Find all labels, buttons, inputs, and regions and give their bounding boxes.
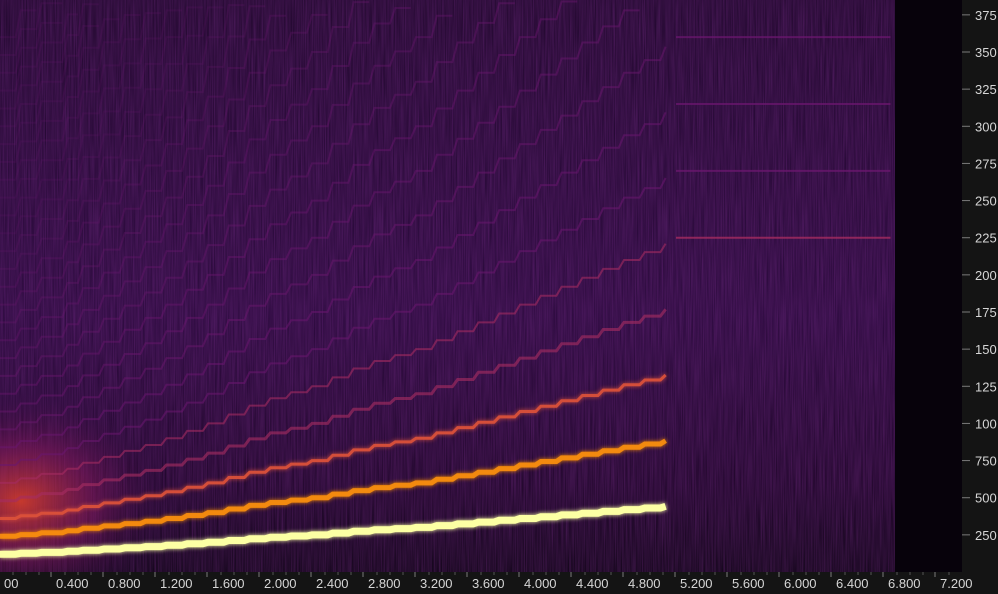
y-tick-label: 175 (975, 305, 997, 320)
x-tick-label: 1.200 (160, 576, 193, 591)
x-tick-label: 5.600 (732, 576, 765, 591)
x-tick-label: 2.400 (316, 576, 349, 591)
y-tick-label: 275 (975, 156, 997, 171)
y-tick-label: 375 (975, 8, 997, 23)
y-tick-label: 150 (975, 342, 997, 357)
x-tick-label: 6.400 (836, 576, 869, 591)
y-tick-label: 300 (975, 119, 997, 134)
x-tick-label: 3.600 (472, 576, 505, 591)
spectrogram-chart: 00 0.400 0.800 1.200 1.600 2.000 2.400 2.800 3.2… (0, 0, 998, 594)
x-tick-label: 4.400 (576, 576, 609, 591)
y-tick-label: 500 (975, 491, 997, 506)
x-tick-label: 00 (4, 576, 18, 591)
x-tick-label: 6.800 (888, 576, 921, 591)
x-tick-label: 2.000 (264, 576, 297, 591)
x-tick-label: 3.200 (420, 576, 453, 591)
y-tick-label: 325 (975, 82, 997, 97)
silence-region (895, 0, 962, 572)
y-tick-label: 125 (975, 379, 997, 394)
y-tick-label: 225 (975, 231, 997, 246)
x-tick-label: 0.800 (108, 576, 141, 591)
y-tick-label: 250 (975, 528, 997, 543)
x-tick-label: 4.000 (524, 576, 557, 591)
x-tick-label: 7.200 (940, 576, 973, 591)
x-tick-label: 5.200 (680, 576, 713, 591)
x-tick-label: 4.800 (628, 576, 661, 591)
y-tick-label: 100 (975, 416, 997, 431)
y-tick-label: 200 (975, 268, 997, 283)
x-tick-label: 2.800 (368, 576, 401, 591)
y-tick-label: 750 (975, 454, 997, 469)
x-tick-label: 6.000 (784, 576, 817, 591)
y-tick-label: 350 (975, 45, 997, 60)
x-tick-label: 1.600 (212, 576, 245, 591)
y-tick-label: 250 (975, 194, 997, 209)
x-tick-label: 0.400 (56, 576, 89, 591)
plot-area (0, 0, 962, 572)
